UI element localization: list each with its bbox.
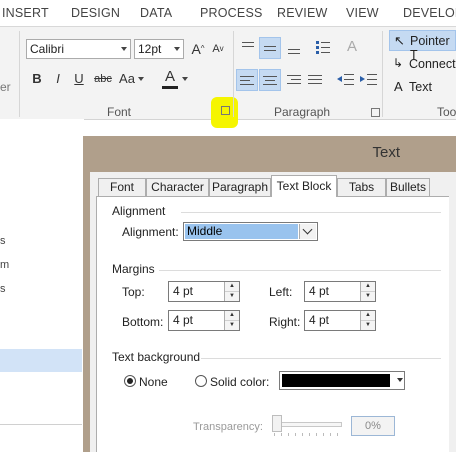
- dialog-title: Text: [372, 144, 400, 161]
- tab-view[interactable]: VIEW: [346, 6, 379, 20]
- spinner-buttons[interactable]: ▲ ▼: [360, 311, 375, 330]
- left-margin-label: Left:: [269, 285, 293, 299]
- text-tool-icon: A: [394, 79, 403, 94]
- font-size-value: 12pt: [138, 42, 162, 56]
- tab-process[interactable]: PROCESS: [200, 6, 263, 20]
- align-center-icon[interactable]: [259, 69, 281, 91]
- paragraph-group-label: Paragraph: [274, 105, 331, 119]
- align-right-icon[interactable]: [284, 69, 304, 89]
- font-size-combo[interactable]: 12pt: [134, 39, 184, 59]
- tab-developer[interactable]: DEVELOPE: [403, 6, 456, 20]
- left-margin-input[interactable]: 4 pt ▲ ▼: [304, 281, 376, 302]
- pane-selected-item[interactable]: [0, 349, 82, 372]
- tab-insert[interactable]: INSERT: [2, 6, 49, 20]
- chevron-down-icon[interactable]: [182, 77, 188, 81]
- ribbon: er Calibri 12pt A^ Av B I U abc Aa A Fon…: [0, 26, 456, 128]
- chevron-down-icon: [174, 47, 180, 51]
- transparency-slider-track[interactable]: [272, 422, 342, 427]
- chevron-down-icon[interactable]: [397, 378, 403, 382]
- font-color-button[interactable]: A: [160, 67, 180, 87]
- right-margin-label: Right:: [269, 315, 301, 329]
- align-left-icon[interactable]: [236, 69, 258, 91]
- solid-color-radio[interactable]: [195, 375, 207, 387]
- alignment-select[interactable]: Middle: [183, 222, 318, 241]
- spinner-buttons[interactable]: ▲ ▼: [360, 282, 375, 301]
- separator: [0, 424, 82, 425]
- separator: [233, 31, 234, 117]
- font-color-swatch: [162, 86, 178, 89]
- decrease-indent-icon[interactable]: [336, 69, 356, 89]
- pointer-tool-button[interactable]: ↖ Pointer T: [389, 30, 456, 62]
- pointer-icon: ↖: [394, 33, 405, 48]
- shrink-font-icon[interactable]: Av: [208, 39, 228, 59]
- none-radio-label: None: [139, 375, 168, 389]
- right-margin-input[interactable]: 4 pt ▲ ▼: [304, 310, 376, 331]
- ribbon-tab-bar: INSERT DESIGN DATA PROCESS REVIEW VIEW D…: [0, 0, 456, 26]
- transparency-label: Transparency:: [193, 421, 263, 433]
- top-margin-label: Top:: [122, 285, 145, 299]
- chevron-down-icon[interactable]: [138, 77, 144, 81]
- none-radio[interactable]: [124, 375, 136, 387]
- align-middle-icon[interactable]: [259, 37, 281, 59]
- increase-indent-icon[interactable]: [359, 69, 379, 89]
- color-swatch: [282, 374, 390, 387]
- paragraph-dialog-launcher-icon[interactable]: [371, 108, 380, 117]
- bottom-margin-label: Bottom:: [122, 315, 164, 329]
- transparency-value[interactable]: 0%: [351, 416, 395, 436]
- transparency-slider-thumb[interactable]: [272, 415, 282, 432]
- tools-group-label: Too: [437, 105, 456, 119]
- chevron-down-icon[interactable]: [299, 224, 316, 239]
- top-margin-input[interactable]: 4 pt ▲ ▼: [168, 281, 240, 302]
- underline-button[interactable]: U: [69, 69, 89, 89]
- tab-text-block[interactable]: Text Block: [271, 175, 337, 197]
- tab-data[interactable]: DATA: [140, 6, 172, 20]
- bullets-icon[interactable]: [313, 37, 333, 57]
- font-name-combo[interactable]: Calibri: [26, 39, 131, 59]
- pane-item[interactable]: s: [0, 235, 6, 247]
- align-top-icon[interactable]: [238, 37, 258, 57]
- font-group-label: Font: [107, 105, 132, 119]
- alignment-section-label: Alignment: [112, 204, 166, 218]
- slider-ticks: [274, 433, 340, 436]
- justify-icon[interactable]: [305, 69, 325, 89]
- align-bottom-icon[interactable]: [284, 37, 304, 57]
- spinner-buttons[interactable]: ▲ ▼: [224, 311, 239, 330]
- text-background-section-label: Text background: [112, 350, 201, 364]
- tab-design[interactable]: DESIGN: [71, 6, 120, 20]
- text-dialog: Text Font Character Paragraph Tabs Bulle…: [83, 136, 456, 452]
- text-direction-icon[interactable]: A: [342, 37, 362, 57]
- italic-button[interactable]: I: [48, 69, 68, 89]
- solid-color-label: Solid color:: [210, 375, 270, 389]
- pane-item[interactable]: m: [0, 259, 9, 271]
- separator: [382, 31, 383, 117]
- text-tool-button[interactable]: A Text: [389, 77, 456, 97]
- strikethrough-button[interactable]: abc: [92, 69, 114, 89]
- margins-section-label: Margins: [112, 262, 155, 276]
- tab-review[interactable]: REVIEW: [277, 6, 328, 20]
- left-cut-label: er: [0, 80, 11, 94]
- tab-tabs[interactable]: Tabs: [337, 178, 386, 196]
- text-block-panel: Alignment Alignment: Middle Margins Top:…: [96, 196, 449, 452]
- tab-paragraph[interactable]: Paragraph: [209, 178, 271, 196]
- pane-item[interactable]: s: [0, 283, 6, 295]
- alignment-label: Alignment:: [122, 225, 179, 239]
- bottom-margin-input[interactable]: 4 pt ▲ ▼: [168, 310, 240, 331]
- chevron-down-icon: [121, 47, 127, 51]
- shapes-pane: s m s: [0, 119, 84, 452]
- font-name-value: Calibri: [30, 42, 65, 56]
- separator: [19, 31, 20, 117]
- connector-icon: ↳: [393, 56, 404, 70]
- connector-tool-button[interactable]: ↳ Connect: [389, 54, 456, 74]
- change-case-button[interactable]: Aa: [117, 69, 137, 89]
- spinner-buttons[interactable]: ▲ ▼: [224, 282, 239, 301]
- tab-font[interactable]: Font: [98, 178, 146, 196]
- tab-character[interactable]: Character: [146, 178, 209, 196]
- color-picker[interactable]: [279, 371, 405, 390]
- tab-bullets[interactable]: Bullets: [386, 178, 430, 196]
- bold-button[interactable]: B: [27, 69, 47, 89]
- font-dialog-launcher-icon[interactable]: [221, 106, 230, 115]
- grow-font-icon[interactable]: A^: [188, 39, 208, 59]
